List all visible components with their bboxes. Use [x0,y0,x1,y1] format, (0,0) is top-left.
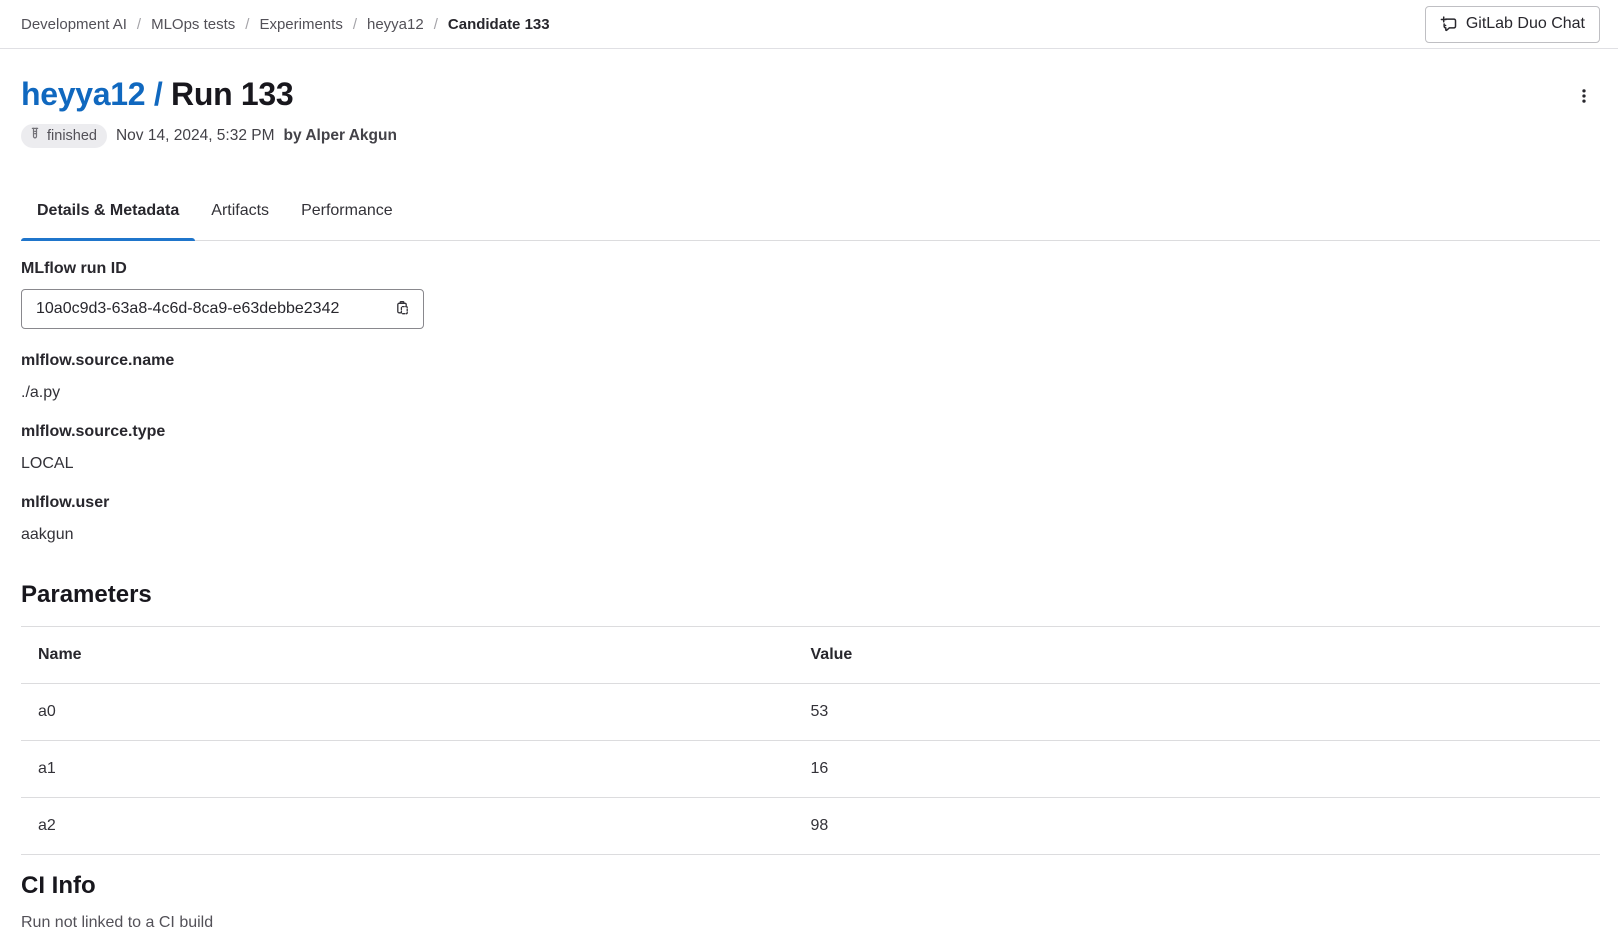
copy-run-id-button[interactable] [389,296,415,322]
param-value: 98 [811,798,1601,855]
metadata-label: mlflow.source.type [21,422,1600,441]
tab-performance[interactable]: Performance [285,184,409,240]
parameters-table: Name Value a0 53 a1 16 a2 98 [21,626,1600,855]
top-bar: Development AI / MLOps tests / Experimen… [0,0,1618,49]
breadcrumb-link-experiments[interactable]: Experiments [259,16,342,33]
parameters-heading: Parameters [21,580,1600,610]
ci-info-heading: CI Info [21,871,1600,901]
breadcrumb-separator: / [353,16,357,33]
param-value: 16 [811,741,1601,798]
run-author: by Alper Akgun [284,127,397,145]
metadata-label: mlflow.user [21,493,1600,512]
breadcrumb-link-group[interactable]: Development AI [21,16,127,33]
title-row: heyya12 / Run 133 [21,75,1600,113]
param-name: a0 [21,684,811,741]
param-name: a2 [21,798,811,855]
breadcrumb-separator: / [434,16,438,33]
duo-chat-button-label: GitLab Duo Chat [1466,15,1585,33]
run-timestamp: Nov 14, 2024, 5:32 PM [116,127,275,145]
table-row: a0 53 [21,684,1600,741]
breadcrumb-separator: / [245,16,249,33]
ci-info-message: Run not linked to a CI build [21,913,1600,932]
breadcrumb-current: Candidate 133 [448,16,550,33]
details-metadata-panel: MLflow run ID 10a0c9d3-63a8-4c6d-8ca9-e6… [21,259,1600,544]
tab-details-metadata[interactable]: Details & Metadata [21,184,195,240]
table-header-row: Name Value [21,627,1600,684]
breadcrumb-link-experiment[interactable]: heyya12 [367,16,424,33]
duo-chat-icon [1440,16,1457,33]
run-name: Run 133 [171,76,293,112]
param-name: a1 [21,741,811,798]
run-id-value: 10a0c9d3-63a8-4c6d-8ca9-e63debbe2342 [36,300,339,318]
metadata-value: ./a.py [21,383,1600,402]
table-row: a1 16 [21,741,1600,798]
metadata-value: LOCAL [21,454,1600,473]
experiment-link[interactable]: heyya12 / [21,76,162,112]
copy-to-clipboard-icon [394,300,410,319]
column-header-value: Value [811,627,1601,684]
duo-chat-button[interactable]: GitLab Duo Chat [1425,6,1600,43]
param-value: 53 [811,684,1601,741]
run-id-field[interactable]: 10a0c9d3-63a8-4c6d-8ca9-e63debbe2342 [21,289,424,329]
candidate-detail-page: heyya12 / Run 133 finished Nov 14, 2024,… [0,75,1618,932]
column-header-name: Name [21,627,811,684]
breadcrumb-link-project[interactable]: MLOps tests [151,16,235,33]
status-badge: finished [21,124,107,148]
page-title: heyya12 / Run 133 [21,75,293,113]
metadata-value: aakgun [21,525,1600,544]
run-id-label: MLflow run ID [21,259,1600,278]
more-actions-button[interactable] [1568,81,1600,113]
run-status-row: finished Nov 14, 2024, 5:32 PM by Alper … [21,124,1600,148]
breadcrumb: Development AI / MLOps tests / Experimen… [21,16,550,33]
table-row: a2 98 [21,798,1600,855]
test-tube-icon [28,127,42,145]
tab-bar: Details & Metadata Artifacts Performance [21,184,1600,241]
breadcrumb-separator: / [137,16,141,33]
ellipsis-vertical-icon [1576,88,1592,107]
metadata-label: mlflow.source.name [21,351,1600,370]
tab-artifacts[interactable]: Artifacts [195,184,285,240]
status-badge-label: finished [47,128,97,144]
